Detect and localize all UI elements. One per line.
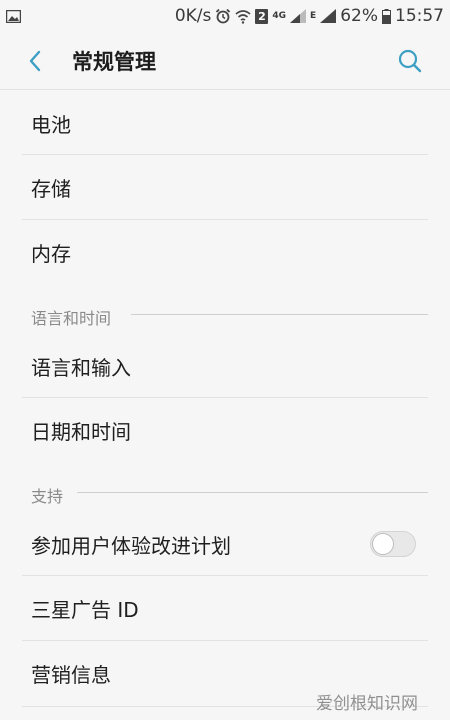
alarm-icon bbox=[215, 8, 231, 24]
list-item-label: 三星广告 ID bbox=[31, 597, 139, 622]
back-button[interactable] bbox=[22, 48, 48, 74]
sim-badge: 2 bbox=[255, 8, 269, 24]
list-item-storage[interactable]: 存储 bbox=[0, 155, 450, 219]
section-header-label: 支持 bbox=[31, 487, 64, 506]
list-item-label: 存储 bbox=[31, 176, 71, 201]
list-item-date-time[interactable]: 日期和时间 bbox=[0, 398, 450, 462]
list-item-samsung-ad-id[interactable]: 三星广告 ID bbox=[0, 576, 450, 640]
section-header-support: 支持 bbox=[0, 481, 450, 507]
list-item-battery[interactable]: 电池 bbox=[0, 91, 450, 155]
signal-2-icon bbox=[320, 9, 337, 23]
list-item-user-experience[interactable]: 参加用户体验改进计划 bbox=[0, 512, 450, 576]
list-item-label: 营销信息 bbox=[31, 662, 111, 687]
list-item-label: 参加用户体验改进计划 bbox=[31, 533, 231, 558]
network-speed: 0K/s bbox=[174, 6, 212, 26]
section-header-language: 语言和时间 bbox=[0, 303, 450, 329]
watermark: 爱创根知识网 bbox=[316, 694, 418, 714]
search-icon bbox=[398, 49, 422, 73]
user-experience-toggle[interactable] bbox=[370, 531, 416, 557]
signal-icon bbox=[290, 9, 307, 23]
list-item-label: 电池 bbox=[31, 112, 71, 137]
list-item-label: 语言和输入 bbox=[31, 355, 131, 380]
wifi-icon bbox=[235, 9, 251, 24]
list-item-label: 日期和时间 bbox=[31, 419, 131, 444]
chevron-left-icon bbox=[29, 50, 41, 72]
list-item-memory[interactable]: 内存 bbox=[0, 220, 450, 284]
status-bar: 0K/s 2 4G E 62% 15:57 bbox=[0, 0, 450, 32]
page-title: 常规管理 bbox=[72, 50, 156, 74]
image-notification-icon bbox=[6, 9, 21, 23]
network-e-label: E bbox=[310, 11, 317, 21]
list-item-label: 内存 bbox=[31, 241, 71, 266]
section-divider-line bbox=[77, 492, 428, 493]
app-bar-divider bbox=[0, 89, 450, 90]
toggle-knob bbox=[372, 533, 394, 555]
list-item-language-input[interactable]: 语言和输入 bbox=[0, 334, 450, 398]
clock: 15:57 bbox=[395, 6, 444, 26]
battery-icon bbox=[382, 8, 391, 24]
network-4g-label: 4G bbox=[272, 11, 287, 21]
search-button[interactable] bbox=[396, 47, 424, 75]
app-bar: 常规管理 bbox=[0, 32, 450, 90]
battery-percent: 62% bbox=[340, 6, 378, 26]
section-header-label: 语言和时间 bbox=[31, 309, 112, 328]
section-divider-line bbox=[131, 314, 428, 315]
